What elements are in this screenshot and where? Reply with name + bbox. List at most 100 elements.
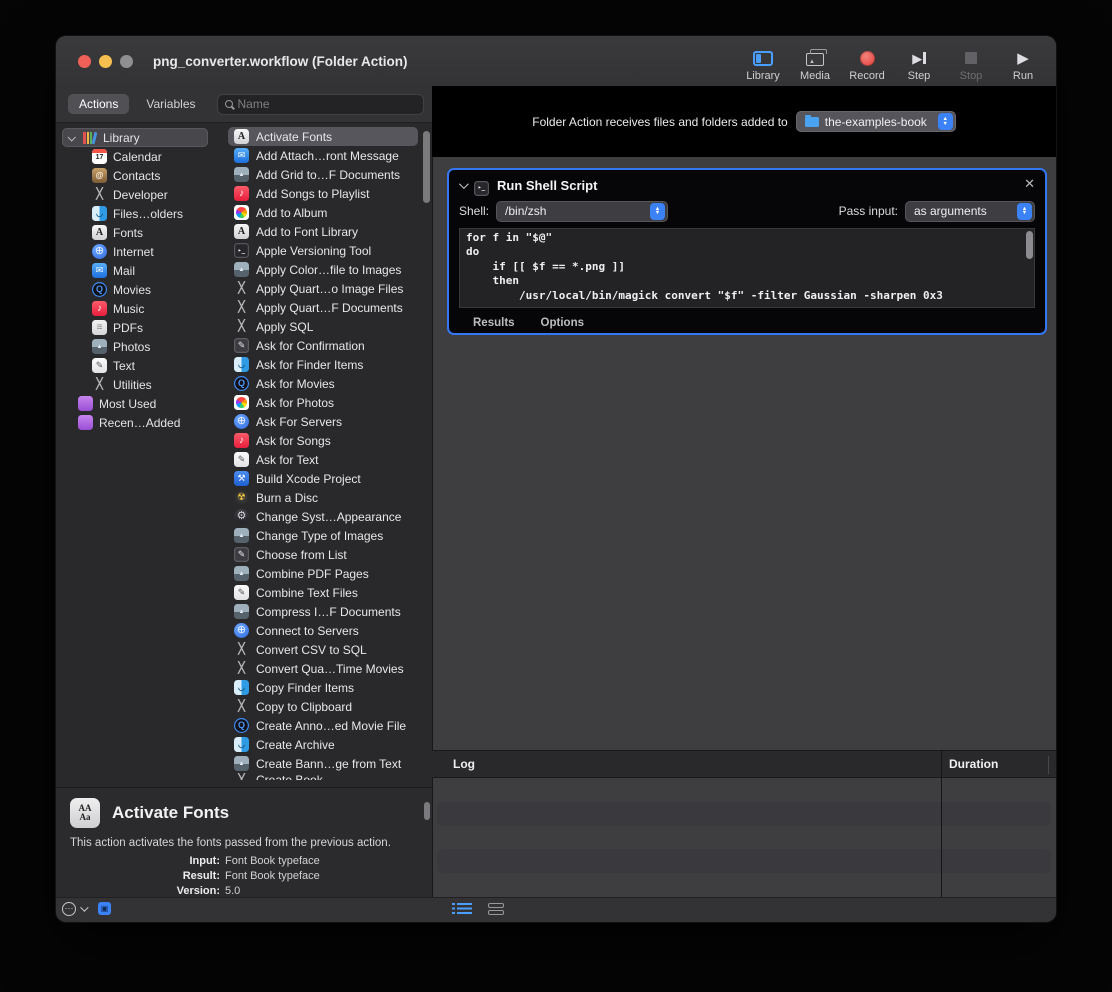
action-item-ask-for-servers[interactable]: ⊕Ask For Servers — [228, 412, 432, 431]
results-tab[interactable]: Results — [473, 317, 515, 329]
zoom-window-button[interactable] — [120, 55, 133, 68]
close-window-button[interactable] — [78, 55, 91, 68]
chevron-down-icon[interactable] — [80, 903, 88, 911]
action-item-add-songs-to-playlist[interactable]: ♪Add Songs to Playlist — [228, 184, 432, 203]
run-shell-script-action[interactable]: ▸_ Run Shell Script ✕ Shell: /bin/zsh ▲▼… — [447, 168, 1047, 335]
log-rows — [432, 778, 1056, 897]
music-icon: ♪ — [234, 433, 249, 448]
sidebar-item-recen-added[interactable]: Recen…Added — [56, 413, 228, 432]
sidebar-item-internet[interactable]: ⊕Internet — [56, 242, 228, 261]
action-item-activate-fonts[interactable]: AActivate Fonts — [228, 127, 418, 146]
action-item-copy-to-clipboard[interactable]: ╳Copy to Clipboard — [228, 697, 432, 716]
pass-input-dropdown[interactable]: as arguments ▲▼ — [905, 201, 1035, 222]
record-toolbar-button[interactable]: Record — [848, 42, 886, 82]
image-gray-icon: ▲ — [234, 167, 249, 182]
action-item-add-to-font-library[interactable]: AAdd to Font Library — [228, 222, 432, 241]
action-item-ask-for-finder-items[interactable]: ◡Ask for Finder Items — [228, 355, 432, 374]
action-item-choose-from-list[interactable]: ✎Choose from List — [228, 545, 432, 564]
action-title: Run Shell Script — [497, 178, 597, 193]
music-icon: ♪ — [92, 301, 107, 316]
action-item-change-syst-appearance[interactable]: ⚙Change Syst…Appearance — [228, 507, 432, 526]
action-item-apply-quart-o-image-files[interactable]: ╳Apply Quart…o Image Files — [228, 279, 432, 298]
action-item-create-book[interactable]: ╳Create Book — [228, 773, 432, 780]
stack-view-icon[interactable] — [488, 903, 504, 915]
sidebar-item-contacts[interactable]: @Contacts — [56, 166, 228, 185]
description-scrollbar[interactable] — [424, 802, 430, 820]
log-empty-row — [437, 802, 1051, 826]
sidebar-item-movies[interactable]: QMovies — [56, 280, 228, 299]
action-item-combine-text-files[interactable]: ✎Combine Text Files — [228, 583, 432, 602]
library-topbar: Actions Variables — [56, 86, 432, 122]
sidebar-item-mail[interactable]: ✉Mail — [56, 261, 228, 280]
action-footer: Results Options — [449, 308, 1045, 329]
window-title: png_converter.workflow (Folder Action) — [153, 54, 408, 69]
action-item-create-anno-ed-movie-file[interactable]: QCreate Anno…ed Movie File — [228, 716, 432, 735]
sidebar-item-most-used[interactable]: Most Used — [56, 394, 228, 413]
action-item-ask-for-confirmation[interactable]: ✎Ask for Confirmation — [228, 336, 432, 355]
action-item-compress-i-f-documents[interactable]: ▲Compress I…F Documents — [228, 602, 432, 621]
action-item-copy-finder-items[interactable]: ◡Copy Finder Items — [228, 678, 432, 697]
action-item-add-to-album[interactable]: Add to Album — [228, 203, 432, 222]
action-item-convert-qua-time-movies[interactable]: ╳Convert Qua…Time Movies — [228, 659, 432, 678]
action-item-create-archive[interactable]: ◡Create Archive — [228, 735, 432, 754]
log-column-header[interactable]: Log — [453, 757, 475, 771]
action-item-apply-color-file-to-images[interactable]: ▲Apply Color…file to Images — [228, 260, 432, 279]
run-toolbar-button[interactable]: ▶Run — [1004, 42, 1042, 82]
duration-column-header[interactable]: Duration — [949, 757, 998, 771]
text-icon: ✎ — [234, 585, 249, 600]
action-item-build-xcode-project[interactable]: ⚒Build Xcode Project — [228, 469, 432, 488]
toolbar: LibraryMediaRecord▶StepStop▶Run — [744, 42, 1042, 82]
disclosure-chevron-icon[interactable] — [67, 133, 75, 141]
script-scrollbar[interactable] — [1026, 231, 1033, 259]
sidebar-item-fonts[interactable]: AFonts — [56, 223, 228, 242]
step-icon: ▶ — [912, 48, 926, 68]
sidebar-item-files-olders[interactable]: ◡Files…olders — [56, 204, 228, 223]
action-item-create-bann-ge-from-text[interactable]: ▲Create Bann…ge from Text — [228, 754, 432, 773]
sidebar-item-developer[interactable]: ╳Developer — [56, 185, 228, 204]
action-item-ask-for-movies[interactable]: QAsk for Movies — [228, 374, 432, 393]
shell-script-editor[interactable]: for f in "$@"do if [[ $f == *.png ]] the… — [459, 228, 1035, 308]
font-book-icon: AAAa — [70, 798, 100, 828]
minimize-window-button[interactable] — [99, 55, 112, 68]
sidebar-item-calendar[interactable]: 17Calendar — [56, 147, 228, 166]
log-column-divider[interactable] — [941, 750, 942, 897]
close-action-icon[interactable]: ✕ — [1024, 177, 1035, 190]
action-list-scrollbar[interactable] — [423, 131, 430, 203]
action-item-add-attach-ront-message[interactable]: ✉Add Attach…ront Message — [228, 146, 432, 165]
library-toolbar-button[interactable]: Library — [744, 42, 782, 82]
sidebar-item-library[interactable]: Library — [62, 128, 208, 147]
action-item-ask-for-text[interactable]: ✎Ask for Text — [228, 450, 432, 469]
search-input[interactable] — [238, 97, 417, 111]
list-view-icon[interactable] — [452, 903, 472, 914]
sidebar-item-pdfs[interactable]: ≡PDFs — [56, 318, 228, 337]
action-item-combine-pdf-pages[interactable]: ▲Combine PDF Pages — [228, 564, 432, 583]
action-item-apple-versioning-tool[interactable]: ▸_Apple Versioning Tool — [228, 241, 432, 260]
media-toolbar-button[interactable]: Media — [796, 42, 834, 82]
shell-dropdown[interactable]: /bin/zsh ▲▼ — [496, 201, 668, 222]
sidebar-item-music[interactable]: ♪Music — [56, 299, 228, 318]
action-item-apply-quart-f-documents[interactable]: ╳Apply Quart…F Documents — [228, 298, 432, 317]
sidebar-item-text[interactable]: ✎Text — [56, 356, 228, 375]
action-item-change-type-of-images[interactable]: ▲Change Type of Images — [228, 526, 432, 545]
search-field[interactable] — [217, 94, 425, 115]
folder-dropdown[interactable]: the-examples-book ▲▼ — [796, 111, 956, 132]
action-item-ask-for-photos[interactable]: Ask for Photos — [228, 393, 432, 412]
action-item-connect-to-servers[interactable]: ⊕Connect to Servers — [228, 621, 432, 640]
sidebar-item-photos[interactable]: ▲Photos — [56, 337, 228, 356]
sidebar-item-utilities[interactable]: ╳Utilities — [56, 375, 228, 394]
workflow-canvas: Folder Action receives files and folders… — [432, 86, 1056, 897]
disclosure-chevron-icon[interactable] — [459, 179, 469, 189]
action-item-burn-a-disc[interactable]: ☢Burn a Disc — [228, 488, 432, 507]
action-item-convert-csv-to-sql[interactable]: ╳Convert CSV to SQL — [228, 640, 432, 659]
options-tab[interactable]: Options — [541, 317, 584, 329]
media-browser-icon[interactable]: ▣ — [98, 902, 111, 915]
tab-actions[interactable]: Actions — [68, 94, 129, 114]
step-toolbar-button[interactable]: ▶Step — [900, 42, 938, 82]
action-item-apply-sql[interactable]: ╳Apply SQL — [228, 317, 432, 336]
automator-window: png_converter.workflow (Folder Action) L… — [56, 36, 1056, 922]
folder-action-label: Folder Action receives files and folders… — [532, 115, 787, 129]
action-item-add-grid-to-f-documents[interactable]: ▲Add Grid to…F Documents — [228, 165, 432, 184]
action-item-ask-for-songs[interactable]: ♪Ask for Songs — [228, 431, 432, 450]
tab-variables[interactable]: Variables — [135, 94, 206, 114]
more-options-icon[interactable]: ⋯ — [62, 902, 76, 916]
